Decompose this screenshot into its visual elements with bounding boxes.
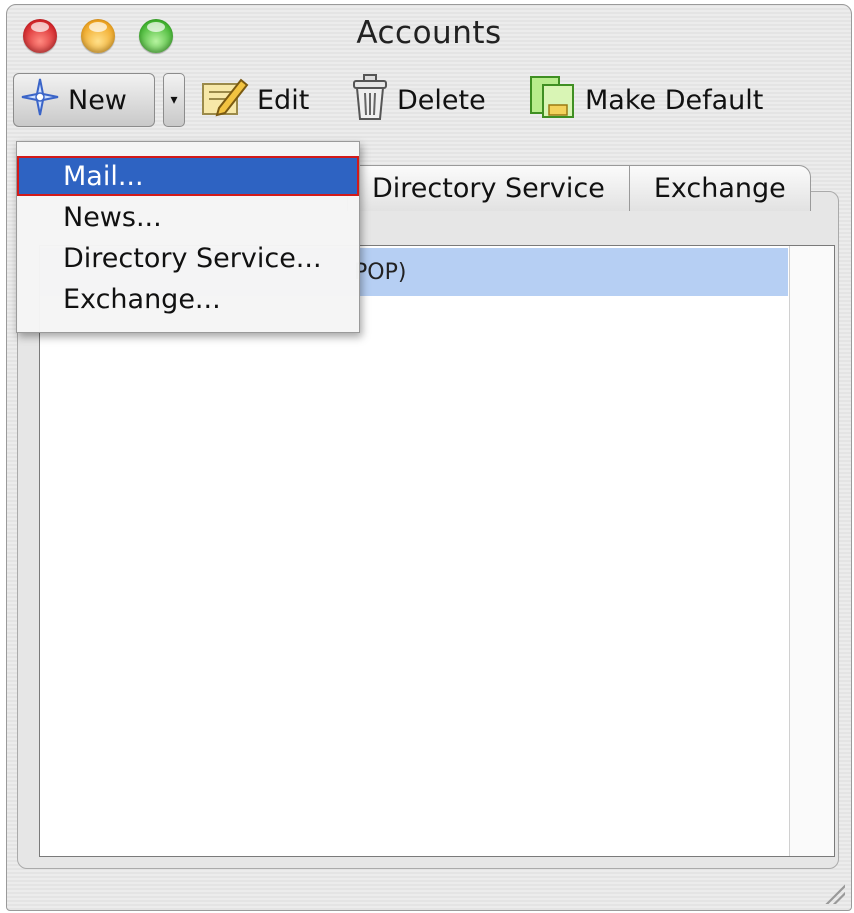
new-account-menu: Mail... News... Directory Service... Exc… [16,141,360,333]
menu-item-mail[interactable]: Mail... [17,156,359,196]
toolbar: New ▾ Edit Delete Make Default [7,65,851,135]
menu-item-exchange[interactable]: Exchange... [17,279,359,319]
dropdown-triangle-icon: ▾ [170,92,178,108]
accounts-window: Accounts New ▾ Edit Delete Make Default … [6,4,852,911]
make-default-button-label: Make Default [585,84,764,116]
menu-item-directory-service[interactable]: Directory Service... [17,238,359,278]
delete-button-label: Delete [397,84,486,116]
delete-button[interactable]: Delete [351,73,486,127]
new-button[interactable]: New [13,73,155,127]
edit-button-label: Edit [257,84,310,116]
account-type-tabs: Directory Service Exchange [347,165,811,211]
tab-directory-service[interactable]: Directory Service [347,165,630,211]
resize-grip[interactable] [823,882,845,904]
title-bar[interactable]: Accounts [7,5,851,65]
menu-item-news[interactable]: News... [17,197,359,237]
trash-can-icon [351,73,389,128]
edit-button[interactable]: Edit [197,73,309,127]
green-document-icon [527,73,577,128]
accounts-list[interactable]: POP) [39,245,835,857]
pencil-pad-icon [197,74,249,127]
account-name: POP) [354,259,407,285]
sparkle-star-icon [20,77,60,124]
new-button-label: New [68,84,127,116]
list-scrollbar[interactable] [789,246,834,856]
tab-exchange[interactable]: Exchange [628,165,811,211]
make-default-button[interactable]: Make Default [527,73,763,127]
new-dropdown-arrow[interactable]: ▾ [163,73,185,127]
window-title: Accounts [356,15,502,51]
